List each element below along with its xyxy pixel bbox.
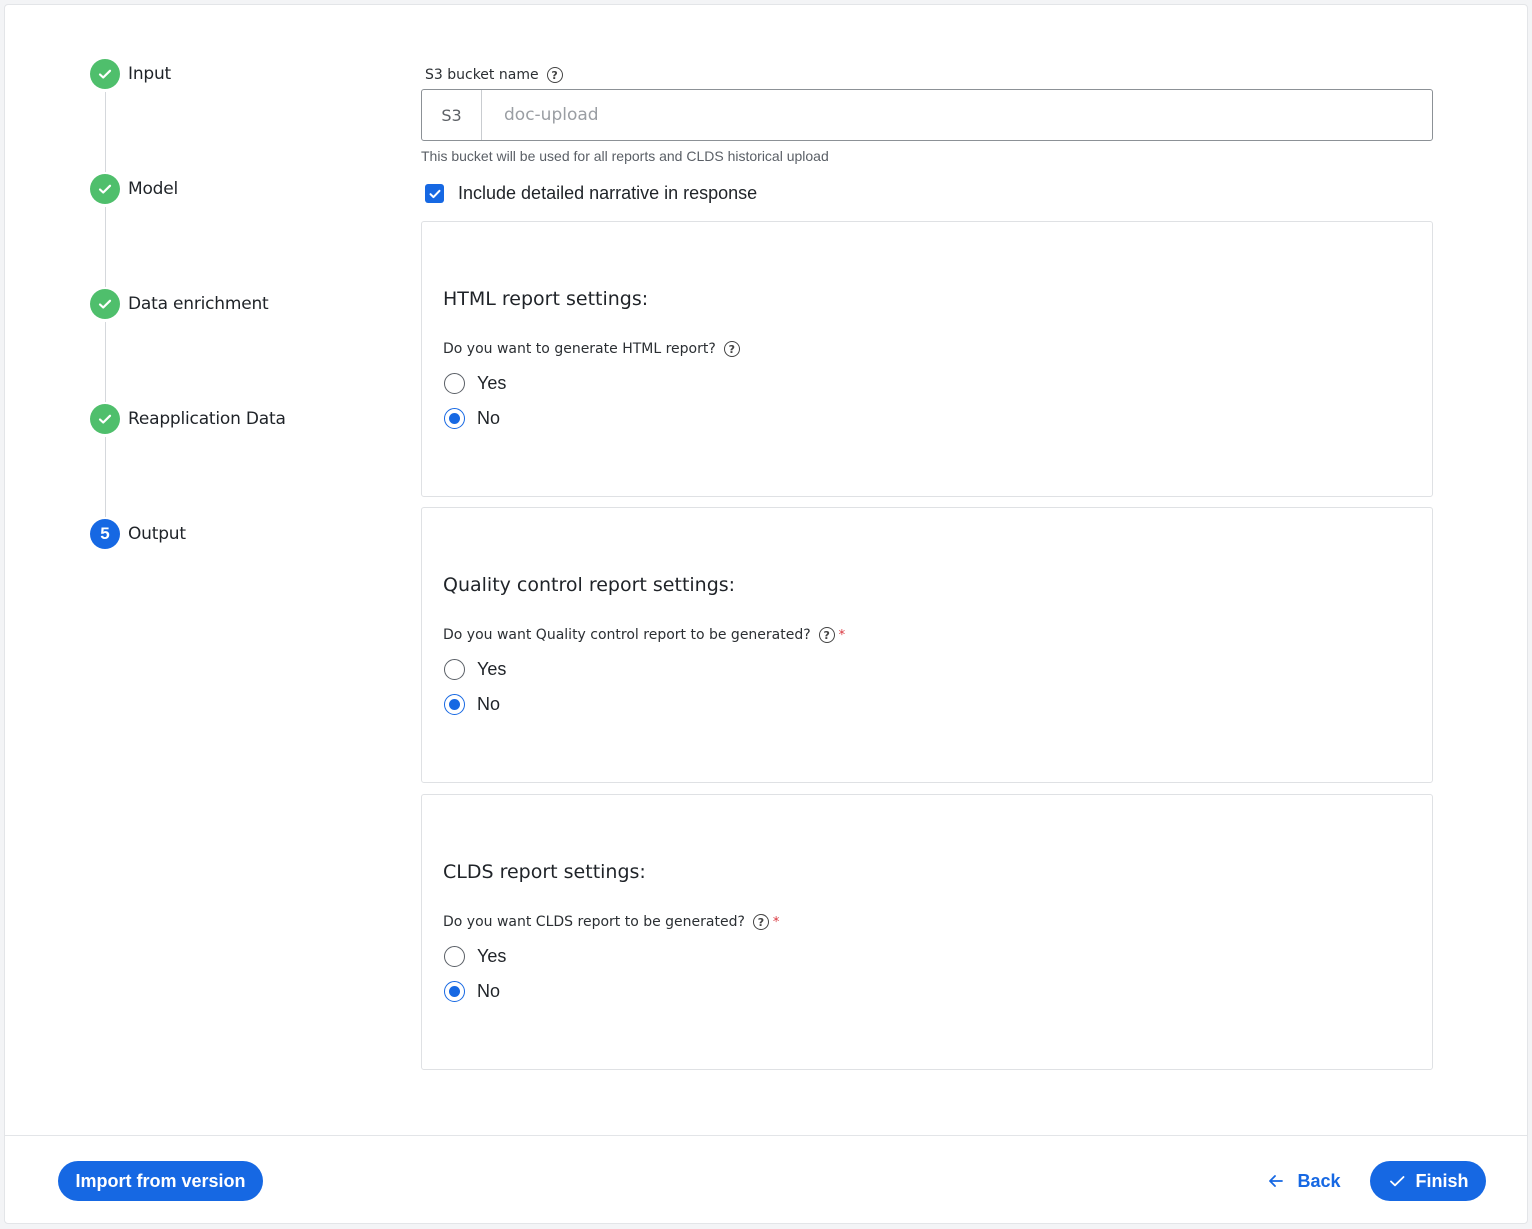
card-title: Quality control report settings: [443, 574, 736, 596]
checkmark-icon [429, 189, 440, 198]
radio-label: No [477, 407, 501, 428]
help-icon[interactable]: ? [723, 341, 740, 357]
radio-option-no[interactable]: No [444, 406, 500, 430]
step-output[interactable]: 5 Output [90, 516, 186, 552]
bucket-label: S3 bucket name [425, 67, 539, 83]
check-circle-icon [90, 404, 120, 434]
card-question-row: Do you want Quality control report to be… [443, 625, 845, 645]
radio-button[interactable] [444, 980, 465, 1002]
wizard-footer: Import from version Back Finish [4, 1135, 1528, 1224]
radio-label: No [477, 693, 501, 714]
step-connector [105, 92, 106, 172]
card-question: Do you want Quality control report to be… [443, 627, 811, 643]
radio-button[interactable] [444, 407, 465, 429]
check-circle-icon [90, 289, 120, 319]
step-connector [105, 207, 106, 287]
help-icon[interactable]: ? [752, 914, 769, 930]
help-icon[interactable]: ? [546, 67, 563, 83]
html-report-card: HTML report settings: Do you want to gen… [421, 221, 1433, 497]
card-question: Do you want to generate HTML report? [443, 341, 716, 357]
radio-label: Yes [477, 945, 507, 966]
bucket-label-row: S3 bucket name ? [425, 65, 563, 85]
narrative-label: Include detailed narrative in response [458, 183, 758, 203]
narrative-checkbox[interactable] [425, 184, 444, 203]
radio-option-yes[interactable]: Yes [444, 371, 506, 395]
bucket-input-group: S3 [421, 89, 1433, 141]
narrative-checkbox-row[interactable]: Include detailed narrative in response [425, 183, 757, 204]
step-connector [105, 437, 106, 517]
step-label: Output [128, 524, 186, 544]
import-from-version-button[interactable]: Import from version [58, 1161, 263, 1201]
radio-option-yes[interactable]: Yes [444, 944, 506, 968]
back-button[interactable]: Back [1259, 1161, 1349, 1201]
step-connector [105, 322, 106, 402]
bucket-prefix: S3 [422, 90, 482, 140]
radio-label: No [477, 980, 501, 1001]
step-label: Input [128, 64, 172, 84]
card-question: Do you want CLDS report to be generated? [443, 914, 745, 930]
clds-report-card: CLDS report settings: Do you want CLDS r… [421, 794, 1433, 1070]
radio-option-no[interactable]: No [444, 692, 500, 716]
card-title: CLDS report settings: [443, 861, 646, 883]
card-question-row: Do you want CLDS report to be generated?… [443, 912, 779, 932]
radio-option-no[interactable]: No [444, 979, 500, 1003]
card-question-row: Do you want to generate HTML report? ? [443, 339, 740, 359]
bucket-hint: This bucket will be used for all reports… [421, 148, 829, 164]
required-marker: * [772, 914, 780, 930]
step-model[interactable]: Model [90, 171, 178, 207]
checkmark-icon [1389, 1176, 1404, 1187]
import-label: Import from version [75, 1170, 246, 1191]
step-label: Data enrichment [128, 294, 269, 314]
check-circle-icon [90, 174, 120, 204]
back-label: Back [1297, 1170, 1341, 1191]
radio-button[interactable] [444, 945, 465, 967]
step-reapplication-data[interactable]: Reapplication Data [90, 401, 286, 437]
card-title: HTML report settings: [443, 288, 649, 310]
check-circle-icon [90, 59, 120, 89]
radio-button[interactable] [444, 658, 465, 680]
step-data-enrichment[interactable]: Data enrichment [90, 286, 269, 322]
finish-label: Finish [1415, 1170, 1469, 1191]
radio-button[interactable] [444, 693, 465, 715]
step-number-badge: 5 [90, 519, 120, 549]
radio-option-yes[interactable]: Yes [444, 657, 506, 681]
bucket-name-input[interactable] [482, 90, 1432, 140]
required-marker: * [838, 627, 846, 643]
radio-button[interactable] [444, 372, 465, 394]
finish-button[interactable]: Finish [1370, 1161, 1486, 1201]
help-icon[interactable]: ? [818, 627, 835, 643]
step-input[interactable]: Input [90, 56, 171, 92]
quality-control-report-card: Quality control report settings: Do you … [421, 507, 1433, 783]
radio-label: Yes [477, 372, 507, 393]
radio-label: Yes [477, 658, 507, 679]
step-label: Model [128, 179, 179, 199]
step-label: Reapplication Data [128, 409, 286, 429]
arrow-left-icon [1269, 1175, 1284, 1187]
